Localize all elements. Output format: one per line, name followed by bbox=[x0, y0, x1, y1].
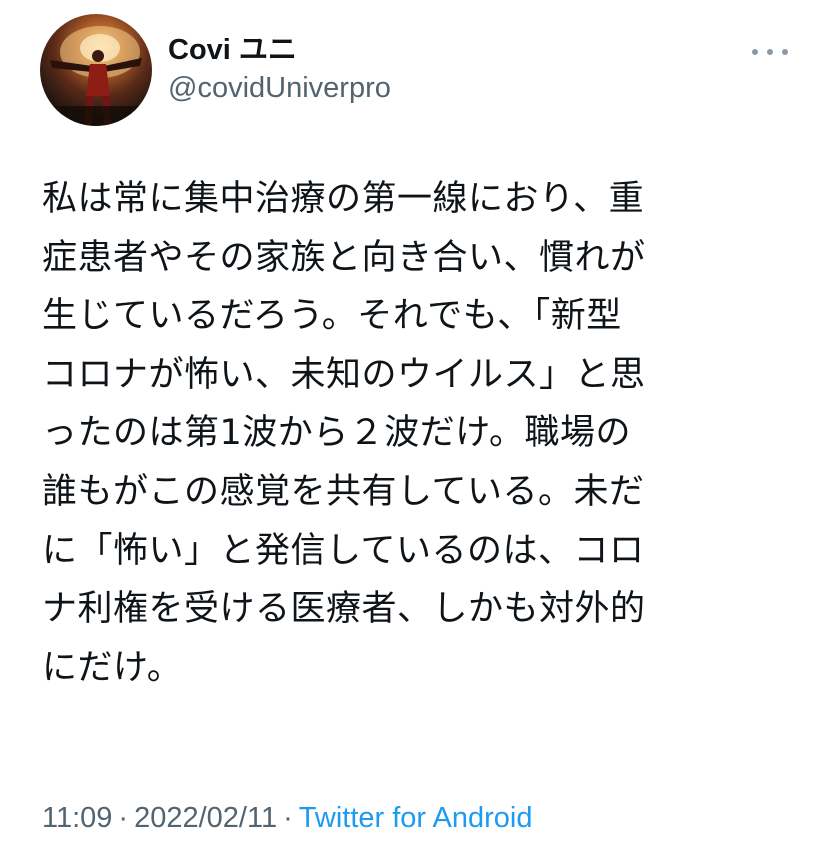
tweet-text-line: コロナが怖い、未知のウイルス」と思 bbox=[42, 354, 646, 395]
meta-separator: · bbox=[283, 802, 293, 834]
tweet-text-line: 誰もがこの感覚を共有している。未だ bbox=[42, 471, 645, 512]
tweet-text-line: に「怖い」と発信しているのは、コロ bbox=[42, 530, 645, 571]
avatar-image bbox=[40, 26, 152, 126]
more-horizontal-icon-dot bbox=[767, 49, 773, 55]
tweet-text-line: ったのは第1波から２波だけ。職場の bbox=[42, 413, 632, 454]
avatar[interactable] bbox=[40, 14, 152, 126]
display-name[interactable]: Covi ユニ bbox=[168, 32, 391, 68]
meta-separator: · bbox=[118, 802, 129, 834]
author-handle[interactable]: @covidUniverpro bbox=[168, 70, 391, 106]
tweet-text-line: ナ利権を受ける医療者、しかも対外的 bbox=[42, 589, 646, 630]
author-names: Covi ユニ @covidUniverpro bbox=[168, 32, 391, 106]
more-horizontal-icon-dot bbox=[782, 49, 788, 55]
tweet-header: Covi ユニ @covidUniverpro bbox=[40, 14, 790, 126]
tweet-meta: 11:09 · 2022/02/11 · Twitter for Android bbox=[42, 800, 532, 836]
more-options-button[interactable] bbox=[750, 40, 790, 64]
tweet-date[interactable]: 2022/02/11 bbox=[134, 802, 277, 834]
tweet-text-line: 私は常に集中治療の第一線におり、重 bbox=[42, 179, 645, 219]
tweet: Covi ユニ @covidUniverpro 私は常に集中治療の第一線におり、… bbox=[0, 0, 828, 861]
more-horizontal-icon bbox=[752, 49, 758, 55]
tweet-text-line: 生じているだろう。それでも、「新型 bbox=[42, 296, 622, 337]
tweet-text: 私は常に集中治療の第一線におり、重 症患者やその家族と向き合い、慣れが 生じてい… bbox=[42, 170, 782, 697]
tweet-time[interactable]: 11:09 bbox=[42, 802, 112, 834]
tweet-text-line: にだけ。 bbox=[42, 647, 183, 688]
tweet-text-line: 症患者やその家族と向き合い、慣れが bbox=[42, 237, 646, 278]
tweet-source-link[interactable]: Twitter for Android bbox=[299, 802, 533, 834]
